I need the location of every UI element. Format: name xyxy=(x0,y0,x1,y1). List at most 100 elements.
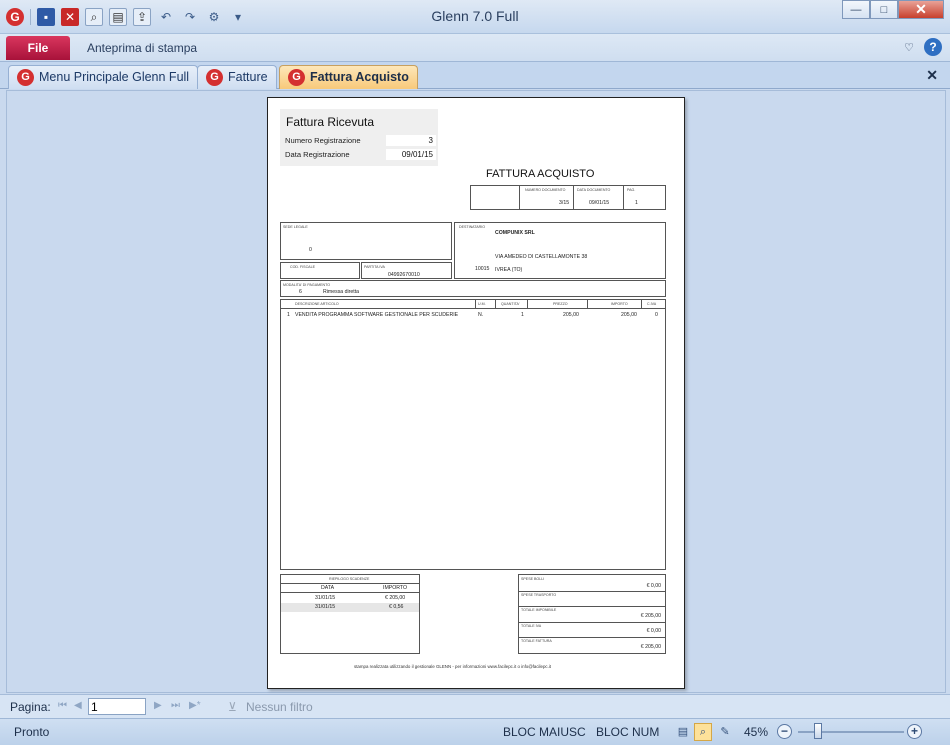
cod-fiscale-box: COD. FISCALE xyxy=(280,262,360,279)
zoom-out-icon[interactable]: − xyxy=(777,724,792,739)
invoice-title: FATTURA ACQUISTO xyxy=(486,168,595,180)
col-descrizione: DESCRIZIONE ARTICOLO xyxy=(295,302,339,306)
company-city: IVREA (TO) xyxy=(495,267,523,273)
window-title: Glenn 7.0 Full xyxy=(431,8,519,24)
filter-status[interactable]: Nessun filtro xyxy=(246,700,313,714)
glenn-form-icon: G xyxy=(206,69,223,86)
prev-page-icon[interactable]: ◀ xyxy=(74,700,82,711)
sede-legale-value: 0 xyxy=(309,247,312,253)
pag-value: 1 xyxy=(635,200,638,206)
minimize-button[interactable]: — xyxy=(842,0,870,19)
num-registrazione-value: 3 xyxy=(386,135,436,146)
num-lock-indicator: BLOC NUM xyxy=(596,725,660,739)
last-page-icon[interactable]: ⏭ xyxy=(171,700,180,711)
status-bar: Pronto BLOC MAIUSC BLOC NUM ▤ ⌕ ✎ 45% − … xyxy=(0,718,950,745)
col-civa: C.IVA xyxy=(647,302,657,306)
col-quantita: QUANTITA' xyxy=(501,302,520,306)
destinatario-label: DESTINATARIO xyxy=(459,225,486,229)
help-icon[interactable]: ? xyxy=(924,38,942,56)
scadenze-box: RIEPILOGO SCADENZE DATA IMPORTO 31/01/15… xyxy=(280,574,420,654)
report-view-icon[interactable]: ▤ xyxy=(674,723,692,741)
scadenze-col-data: DATA xyxy=(321,585,335,591)
pag-label: PAG. xyxy=(627,188,636,192)
totale-fattura-value: € 205,00 xyxy=(640,644,661,650)
data-registrazione-value: 09/01/15 xyxy=(386,149,436,160)
totale-fattura-label: TOTALE FATTURA xyxy=(521,639,552,643)
pagamento-value: Rimessa diretta xyxy=(323,289,360,295)
zoom-slider-thumb[interactable] xyxy=(814,723,822,739)
file-tab[interactable]: File xyxy=(6,36,70,60)
pagamento-label: MODALITA' DI PAGAMENTO xyxy=(283,283,331,287)
maximize-button[interactable]: □ xyxy=(870,0,898,19)
doc-tab-fatture[interactable]: G Fatture xyxy=(197,65,277,89)
document-tabs: G Menu Principale Glenn Full G Fatture G… xyxy=(0,62,950,89)
scadenze-title: RIEPILOGO SCADENZE xyxy=(329,577,370,581)
scadenza-importo: € 205,00 xyxy=(385,595,406,601)
report-page: Fattura Ricevuta Numero Registrazione 3 … xyxy=(267,97,685,689)
row-iva: 0 xyxy=(655,312,658,318)
totale-imponibile-label: TOTALE IMPONIBILE xyxy=(521,608,557,612)
ricevuta-title: Fattura Ricevuta xyxy=(286,115,375,129)
data-documento-label: DATA DOCUMENTO xyxy=(577,188,611,192)
fattura-ricevuta-box: Fattura Ricevuta Numero Registrazione 3 … xyxy=(280,109,438,166)
row-amount: 205,00 xyxy=(621,312,637,318)
zoom-level[interactable]: 45% xyxy=(744,725,768,739)
scadenze-col-importo: IMPORTO xyxy=(383,585,408,591)
doc-tab-label: Menu Principale Glenn Full xyxy=(39,70,190,84)
items-table-header: DESCRIZIONE ARTICOLO U.M. QUANTITA' PREZ… xyxy=(281,300,665,309)
doc-tab-fattura-acquisto[interactable]: G Fattura Acquisto xyxy=(279,65,418,89)
design-view-icon[interactable]: ✎ xyxy=(716,723,734,741)
doc-header-box: NUMERO DOCUMENTO 3/15 DATA DOCUMENTO 09/… xyxy=(470,185,666,210)
scadenza-importo: € 0,56 xyxy=(389,604,404,610)
close-window-button[interactable]: ✕ xyxy=(898,0,944,19)
spese-bolli-label: SPESE BOLLI xyxy=(521,577,545,581)
num-documento-value: 3/15 xyxy=(559,200,570,206)
spese-bolli-value: € 0,00 xyxy=(646,583,661,589)
totale-iva-label: TOTALE IVA xyxy=(521,624,542,628)
scadenza-data: 31/01/15 xyxy=(315,604,336,610)
ribbon-tabs: File Anteprima di stampa ♡ ? xyxy=(0,34,950,62)
print-preview-area[interactable]: Fattura Ricevuta Numero Registrazione 3 … xyxy=(6,90,946,693)
company-name: COMPUNIX SRL xyxy=(495,230,535,236)
doc-tab-label: Fattura Acquisto xyxy=(310,70,409,84)
report-footer: stampa realizzata utilizzando il gestion… xyxy=(354,664,551,669)
page-number-input[interactable] xyxy=(88,698,146,715)
row-quantity: 1 xyxy=(521,312,524,318)
company-cap: 10015 xyxy=(475,266,490,272)
first-page-icon[interactable]: ⏮ xyxy=(58,700,67,711)
record-navigation-bar: Pagina: ⏮ ◀ ▶ ⏭ ▶* ⊻ Nessun filtro xyxy=(0,694,950,718)
partita-iva-box: PARTITA IVA 04992670010 xyxy=(361,262,452,279)
doc-tab-menu-principale[interactable]: G Menu Principale Glenn Full xyxy=(8,65,199,89)
sede-legale-label: SEDE LEGALE xyxy=(283,225,308,229)
row-um: N. xyxy=(478,312,484,318)
col-um: U.M. xyxy=(478,302,486,306)
row-price: 205,00 xyxy=(563,312,579,318)
items-table: DESCRIZIONE ARTICOLO U.M. QUANTITA' PREZ… xyxy=(280,299,666,570)
row-number: 1 xyxy=(287,312,290,318)
sede-legale-box: SEDE LEGALE 0 xyxy=(280,222,452,260)
doc-tab-label: Fatture xyxy=(228,70,268,84)
zoom-in-icon[interactable]: + xyxy=(907,724,922,739)
num-documento-label: NUMERO DOCUMENTO xyxy=(525,188,566,192)
scadenza-row: 31/01/15 € 0,56 xyxy=(281,603,419,612)
new-record-icon[interactable]: ▶* xyxy=(189,700,201,711)
close-tab-icon[interactable]: ✕ xyxy=(926,67,938,84)
tab-print-preview[interactable]: Anteprima di stampa xyxy=(87,41,197,55)
totale-iva-value: € 0,00 xyxy=(646,628,661,634)
pagamento-box: MODALITA' DI PAGAMENTO 6 Rimessa diretta xyxy=(280,280,666,297)
totals-box: SPESE BOLLI € 0,00 SPESE TRASPORTO TOTAL… xyxy=(518,574,666,654)
col-prezzo: PREZZO xyxy=(553,302,568,306)
minimize-ribbon-icon[interactable]: ♡ xyxy=(904,41,914,54)
num-registrazione-label: Numero Registrazione xyxy=(285,136,361,145)
pagamento-code: 6 xyxy=(299,289,302,295)
title-bar: G ▪ ✕ ⌕ ▤ ⇪ ↶ ↷ ⚙ ▾ Glenn 7.0 Full — □ ✕ xyxy=(0,0,950,34)
print-preview-view-icon[interactable]: ⌕ xyxy=(694,723,712,741)
filter-icon: ⊻ xyxy=(228,700,237,714)
row-description: VENDITA PROGRAMMA SOFTWARE GESTIONALE PE… xyxy=(295,312,459,318)
scadenza-data: 31/01/15 xyxy=(315,595,336,601)
data-registrazione-label: Data Registrazione xyxy=(285,150,350,159)
col-importo: IMPORTO xyxy=(611,302,628,306)
company-address: VIA AMEDEO DI CASTELLAMONTE 38 xyxy=(495,254,588,260)
partita-iva-label: PARTITA IVA xyxy=(364,265,385,269)
next-page-icon[interactable]: ▶ xyxy=(154,700,162,711)
